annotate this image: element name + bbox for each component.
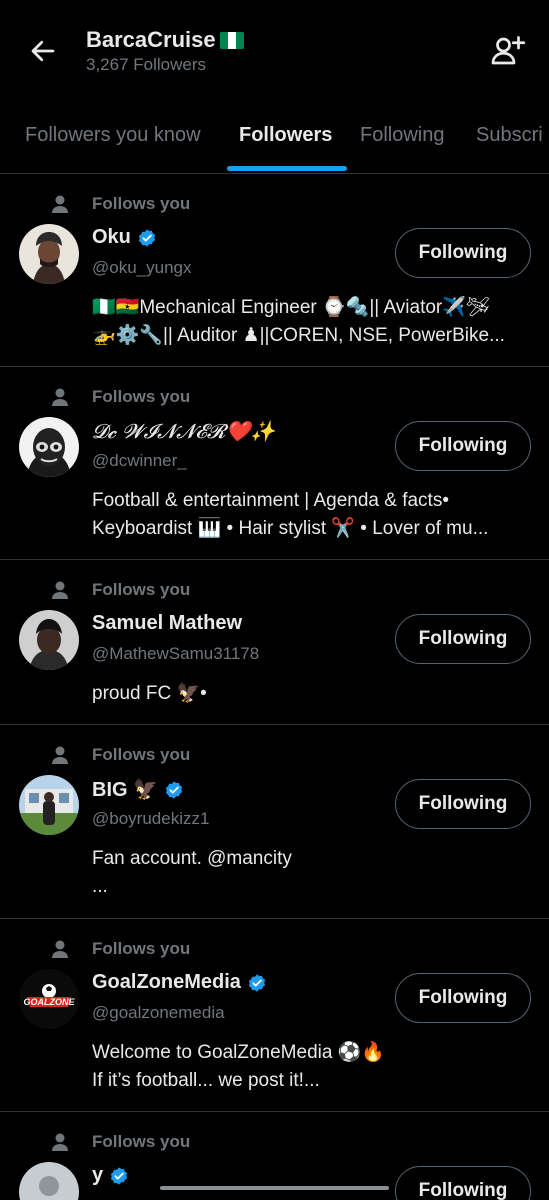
tab-followers[interactable]: Followers bbox=[239, 124, 332, 147]
user-handle: @MathewSamu31178 bbox=[92, 644, 260, 663]
following-button[interactable]: Following bbox=[395, 1166, 531, 1200]
nigeria-flag-icon bbox=[219, 31, 244, 49]
following-button[interactable]: Following bbox=[395, 779, 531, 829]
following-button[interactable]: Following bbox=[395, 614, 531, 664]
list-item[interactable]: Follows you Oku @oku_yungx Following 🇳🇬🇬… bbox=[0, 174, 549, 367]
person-icon bbox=[52, 1133, 68, 1151]
goalzone-logo-avatar[interactable]: GOALZONE bbox=[19, 969, 79, 1029]
arrow-left-icon bbox=[31, 40, 55, 62]
follows-you-row: Follows you bbox=[0, 192, 549, 216]
user-bio: Fan account. @mancity ... bbox=[92, 848, 292, 897]
avatar[interactable] bbox=[19, 775, 79, 835]
follows-you-label: Follows you bbox=[92, 194, 191, 213]
followers-list: Follows you Oku @oku_yungx Following 🇳🇬🇬… bbox=[0, 174, 549, 1200]
follows-you-row: Follows you bbox=[0, 743, 549, 767]
tab-following[interactable]: Following bbox=[360, 124, 444, 147]
user-bio: Football & entertainment | Agenda & fact… bbox=[92, 490, 489, 539]
verified-badge-icon bbox=[138, 228, 155, 247]
following-button[interactable]: Following bbox=[395, 228, 531, 278]
tab-subscriptions[interactable]: Subscri bbox=[476, 124, 543, 147]
user-handle: @boyrudekizz1 bbox=[92, 809, 210, 828]
person-icon bbox=[52, 940, 68, 958]
avatar[interactable] bbox=[19, 610, 79, 670]
svg-text:GOALZONE: GOALZONE bbox=[24, 997, 76, 1007]
add-user-button[interactable] bbox=[487, 30, 529, 72]
user-handle: @goalzonemedia bbox=[92, 1003, 225, 1022]
back-button[interactable] bbox=[22, 30, 64, 72]
title-block: BarcaCruise 3,267 Followers bbox=[86, 27, 244, 75]
person-icon bbox=[52, 195, 68, 213]
tab-followers-you-know[interactable]: Followers you know bbox=[25, 124, 201, 147]
user-bio: 🇳🇬🇬🇭Mechanical Engineer ⌚🔩|| Aviator✈️🛩 … bbox=[92, 297, 505, 346]
user-name[interactable]: 𝓓𝓬 𝓦𝓘𝓝𝓝𝓔𝓡❤️✨ bbox=[92, 419, 275, 443]
list-item[interactable]: Follows you 𝓓𝓬 𝓦𝓘𝓝𝓝𝓔𝓡❤️✨ @dcwinner_ Foll… bbox=[0, 367, 549, 560]
avatar[interactable] bbox=[19, 224, 79, 284]
following-button[interactable]: Following bbox=[395, 973, 531, 1023]
follows-you-label: Follows you bbox=[92, 745, 191, 764]
tab-bar: Followers you know Followers Following S… bbox=[0, 108, 549, 174]
follows-you-label: Follows you bbox=[92, 1132, 191, 1151]
verified-badge-icon bbox=[248, 973, 265, 992]
header: BarcaCruise 3,267 Followers bbox=[0, 0, 549, 100]
user-handle: @dcwinner_ bbox=[92, 451, 187, 470]
verified-badge-icon bbox=[111, 1166, 128, 1185]
user-bio: Welcome to GoalZoneMedia ⚽🔥 If it’s foot… bbox=[92, 1042, 386, 1091]
user-name[interactable]: GoalZoneMedia bbox=[92, 971, 241, 994]
user-name[interactable]: Samuel Mathew bbox=[92, 612, 242, 635]
follows-you-label: Follows you bbox=[92, 387, 191, 406]
list-item[interactable]: Follows you Samuel Mathew @MathewSamu311… bbox=[0, 560, 549, 725]
verified-badge-icon bbox=[165, 780, 183, 799]
following-button[interactable]: Following bbox=[395, 421, 531, 471]
user-name[interactable]: Oku bbox=[92, 226, 131, 249]
list-item[interactable]: Follows you BIG 🦅 @boyrudekizz1 Followin… bbox=[0, 725, 549, 919]
avatar[interactable] bbox=[19, 417, 79, 477]
follows-you-row: Follows you bbox=[0, 385, 549, 409]
user-handle: @oku_yungx bbox=[92, 258, 192, 277]
person-icon bbox=[52, 581, 68, 599]
home-indicator-bar[interactable] bbox=[160, 1186, 389, 1190]
person-icon bbox=[52, 746, 68, 764]
follows-you-row: Follows you bbox=[0, 578, 549, 602]
user-name[interactable]: y bbox=[92, 1164, 103, 1187]
list-item[interactable]: Follows you GOALZONE GoalZoneMedia @goal… bbox=[0, 919, 549, 1112]
person-icon bbox=[52, 388, 68, 406]
followers-count: 3,267 Followers bbox=[86, 55, 207, 74]
active-tab-indicator bbox=[227, 166, 347, 171]
follows-you-label: Follows you bbox=[92, 580, 191, 599]
follows-you-row: Follows you bbox=[0, 1130, 549, 1154]
avatar[interactable] bbox=[19, 1162, 79, 1200]
page-title: BarcaCruise bbox=[86, 27, 216, 52]
follows-you-row: Follows you bbox=[0, 937, 549, 961]
user-name[interactable]: BIG 🦅 bbox=[92, 777, 158, 802]
follows-you-label: Follows you bbox=[92, 939, 191, 958]
user-bio: proud FC 🦅• bbox=[92, 683, 207, 704]
add-user-icon bbox=[491, 36, 526, 65]
